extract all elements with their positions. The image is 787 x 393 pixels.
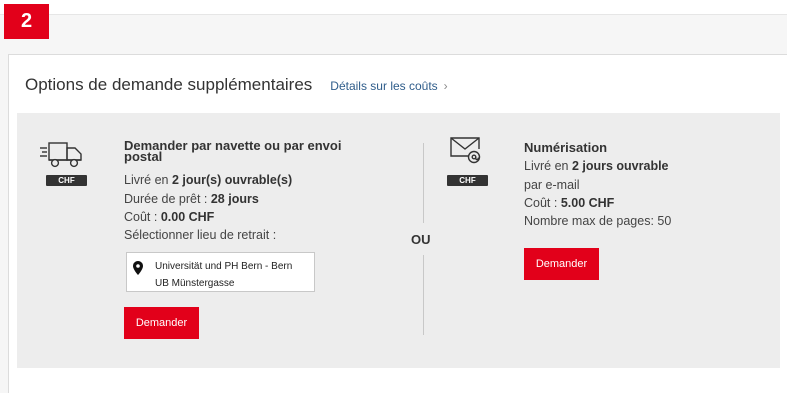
digitization-title: Numérisation: [524, 140, 608, 155]
cost-label: Coût :: [524, 196, 561, 210]
or-separator: OU: [411, 232, 431, 247]
step-number-badge: 2: [4, 4, 49, 39]
loan-value: 28 jours: [210, 192, 259, 206]
shuttle-cost: Coût : 0.00 CHF: [124, 210, 214, 224]
cost-value: 0.00 CHF: [160, 210, 215, 224]
pickup-location-select[interactable]: Universität und PH Bern - Bern UB Münste…: [126, 252, 315, 292]
cost-label: Coût :: [124, 210, 161, 224]
cost-value: 5.00 CHF: [560, 196, 615, 210]
digitization-delivery-time: Livré en 2 jours ouvrable: [524, 159, 669, 173]
email-icon: [449, 135, 481, 170]
delivery-prefix: Livré en: [124, 173, 172, 187]
options-header: Options de demande supplémentaires Détai…: [25, 75, 448, 95]
shuttle-delivery-time: Livré en 2 jour(s) ouvrable(s): [124, 173, 292, 187]
pickup-label: Sélectionner lieu de retrait :: [124, 228, 277, 242]
delivery-method: par e-mail: [524, 178, 580, 192]
pickup-location-text: Universität und PH Bern - Bern UB Münste…: [155, 258, 292, 292]
loan-label: Durée de prêt :: [124, 192, 211, 206]
section-title: Options de demande supplémentaires: [25, 75, 313, 94]
divider-bottom: [423, 255, 424, 335]
delivery-prefix: Livré en: [524, 159, 572, 173]
request-shuttle-button[interactable]: Demander: [124, 307, 199, 339]
request-options-card: Options de demande supplémentaires Détai…: [8, 54, 787, 393]
truck-icon: [39, 140, 85, 175]
chf-badge: CHF: [447, 175, 488, 186]
loan-duration: Durée de prêt : 28 jours: [124, 192, 259, 206]
max-pages: Nombre max de pages: 50: [524, 214, 672, 228]
chevron-right-icon: ›: [443, 79, 448, 93]
previous-section-strip: [0, 0, 787, 15]
chf-badge: CHF: [46, 175, 87, 186]
location-line1: Universität und PH Bern - Bern: [155, 261, 293, 272]
delivery-value: 2 jour(s) ouvrable(s): [171, 173, 293, 187]
cost-details-link[interactable]: Détails sur les coûts: [330, 79, 437, 93]
digitization-cost: Coût : 5.00 CHF: [524, 196, 614, 210]
delivery-value: 2 jours ouvrable: [571, 159, 669, 173]
divider-top: [423, 143, 424, 223]
location-line2: UB Münstergasse: [155, 278, 235, 289]
map-pin-icon: [133, 261, 143, 275]
options-panel: CHF Demander par navette ou par envoi po…: [17, 113, 780, 368]
shuttle-option-title: Demander par navette ou par envoi postal: [124, 139, 341, 163]
request-digitization-button[interactable]: Demander: [524, 248, 599, 280]
